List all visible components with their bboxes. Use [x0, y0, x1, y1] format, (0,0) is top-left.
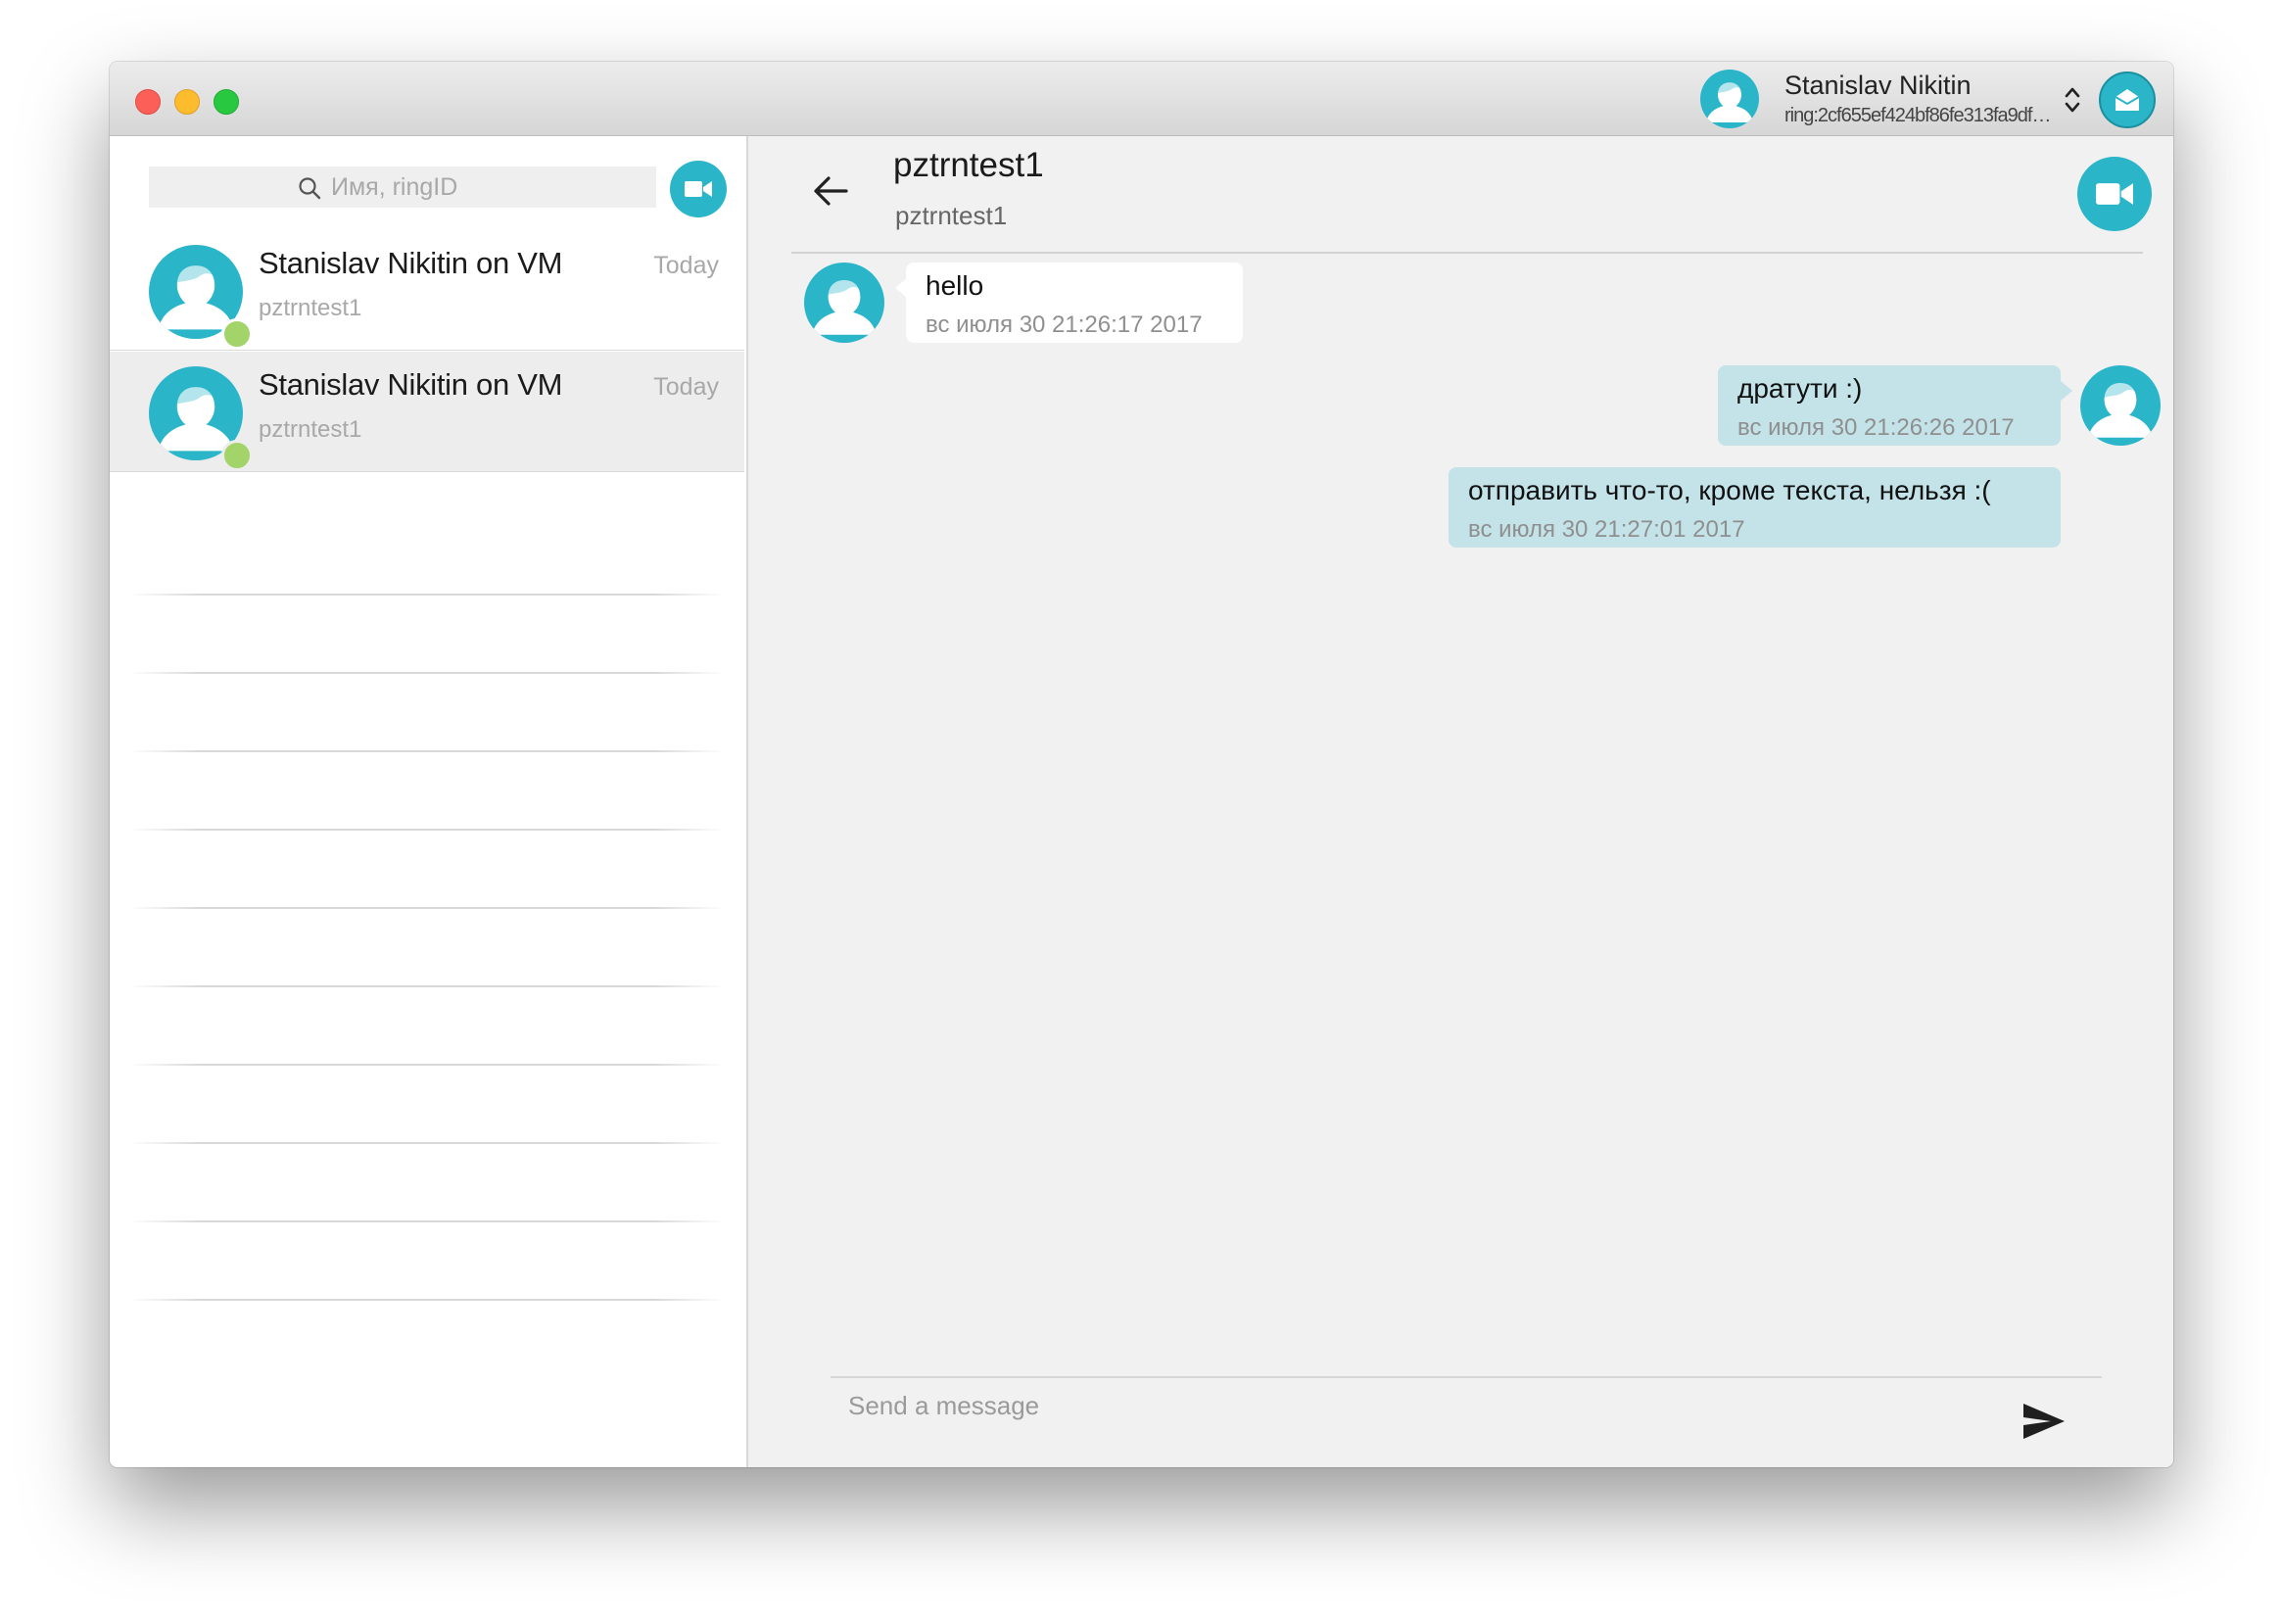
message-text: hello — [926, 270, 984, 301]
conversation-time: Today — [653, 373, 719, 401]
message-bubble-outgoing[interactable]: отправить что-то, кроме текста, нельзя :… — [1449, 467, 2061, 548]
chat-title: pztrntest1 — [893, 146, 1044, 184]
account-ring-id[interactable]: ring:2cf655ef424bf86fe313fa9df… — [1784, 105, 2059, 127]
message-time: вс июля 30 21:27:01 2017 — [1468, 516, 1745, 543]
inbox-button[interactable] — [2099, 72, 2156, 128]
message-time: вс июля 30 21:26:17 2017 — [926, 311, 1203, 338]
conversation-subtitle: pztrntest1 — [259, 416, 362, 443]
person-icon — [812, 279, 877, 335]
zoom-window-button[interactable] — [214, 89, 239, 115]
conversation-time: Today — [653, 252, 719, 279]
conversation-subtitle: pztrntest1 — [259, 295, 362, 321]
app-window: Stanislav Nikitin ring:2cf655ef424bf86fe… — [110, 62, 2173, 1467]
composer-divider — [831, 1376, 2102, 1378]
conversation-item-selected[interactable]: Stanislav Nikitin on VM pztrntest1 Today — [110, 352, 744, 472]
minimize-window-button[interactable] — [174, 89, 200, 115]
presence-indicator — [221, 440, 253, 471]
message-avatar — [804, 263, 884, 343]
empty-row-divider — [129, 672, 725, 674]
empty-row-divider — [129, 985, 725, 987]
message-avatar — [2080, 365, 2161, 446]
empty-row-divider — [129, 1142, 725, 1144]
chat-header-divider — [791, 252, 2143, 254]
empty-row-divider — [129, 829, 725, 831]
conversation-name: Stanislav Nikitin on VM — [259, 246, 563, 280]
close-window-button[interactable] — [135, 89, 161, 115]
search-icon — [299, 177, 321, 200]
account-name[interactable]: Stanislav Nikitin — [1784, 71, 1972, 101]
empty-row-divider — [129, 907, 725, 909]
person-icon — [1706, 81, 1753, 122]
video-call-button[interactable] — [2077, 157, 2152, 231]
conversation-name: Stanislav Nikitin on VM — [259, 367, 563, 402]
arrow-left-icon[interactable] — [811, 173, 850, 209]
envelope-icon — [2115, 89, 2140, 111]
chevron-updown-icon[interactable] — [2063, 83, 2082, 117]
conversation-item[interactable]: Stanislav Nikitin on VM pztrntest1 Today — [110, 230, 744, 351]
message-time: вс июля 30 21:26:26 2017 — [1737, 414, 2015, 441]
search-input[interactable] — [331, 170, 625, 204]
sidebar: Stanislav Nikitin on VM pztrntest1 Today… — [110, 136, 748, 1467]
search-box[interactable] — [149, 167, 656, 208]
chat-panel: pztrntest1 pztrntest1 hello вс июля 30 2… — [748, 136, 2173, 1467]
video-camera-icon — [685, 181, 712, 197]
presence-indicator — [221, 318, 253, 350]
empty-row-divider — [129, 750, 725, 752]
empty-row-divider — [129, 594, 725, 596]
message-text: отправить что-то, кроме текста, нельзя :… — [1468, 475, 1991, 505]
chat-subtitle: pztrntest1 — [895, 201, 1008, 230]
send-icon[interactable] — [2021, 1402, 2067, 1441]
empty-row-divider — [129, 1064, 725, 1066]
title-bar: Stanislav Nikitin ring:2cf655ef424bf86fe… — [110, 62, 2173, 136]
empty-row-divider — [129, 1220, 725, 1222]
message-bubble-incoming[interactable]: hello вс июля 30 21:26:17 2017 — [906, 263, 1243, 343]
person-icon — [2088, 382, 2153, 438]
video-camera-icon — [2096, 183, 2133, 205]
empty-row-divider — [129, 1299, 725, 1301]
message-text: дратути :) — [1737, 373, 1863, 404]
bubble-tail — [2061, 381, 2072, 401]
account-avatar[interactable] — [1700, 70, 1759, 128]
new-call-button[interactable] — [670, 161, 727, 217]
message-input[interactable] — [848, 1384, 1925, 1427]
message-bubble-outgoing[interactable]: дратути :) вс июля 30 21:26:26 2017 — [1718, 365, 2061, 446]
